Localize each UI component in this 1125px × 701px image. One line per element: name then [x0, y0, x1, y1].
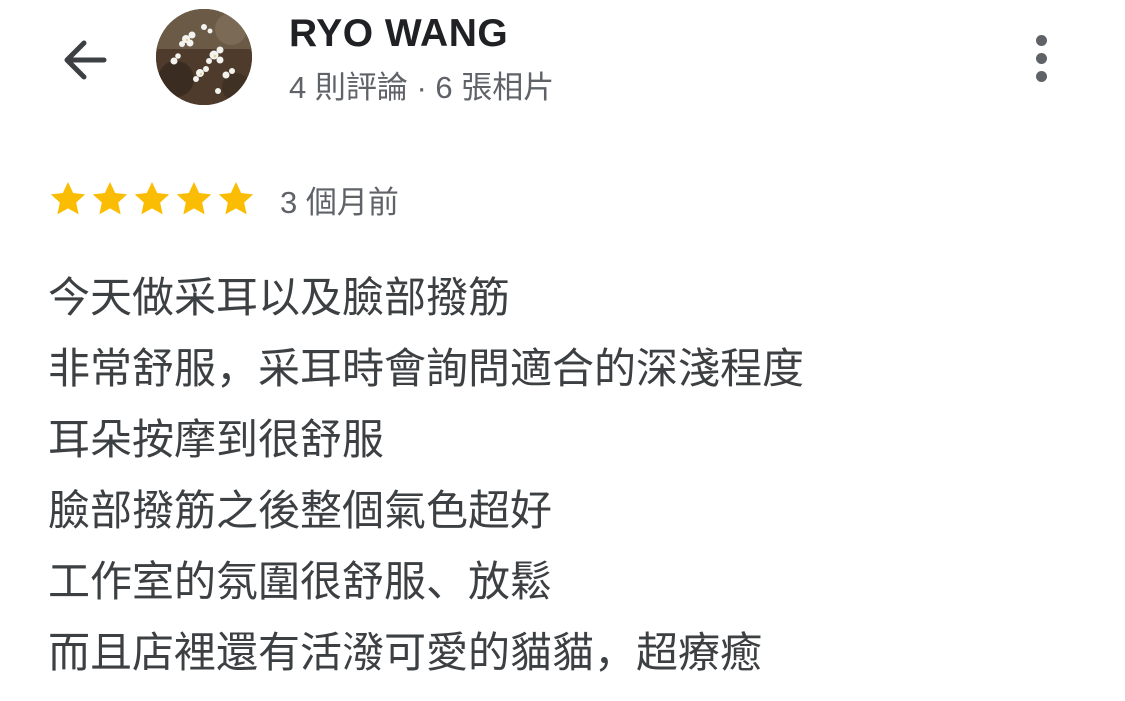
review-line: 而且店裡還有活潑可愛的貓貓，超療癒	[48, 629, 763, 676]
user-review-photo-count: 4 則評論 · 6 張相片	[289, 70, 555, 105]
more-options-button[interactable]	[1017, 28, 1065, 88]
arrow-left-icon	[64, 40, 107, 80]
star-rating	[48, 179, 258, 219]
avatar[interactable]	[156, 9, 252, 105]
review-line: 工作室的氛圍很舒服、放鬆	[48, 558, 553, 605]
user-name[interactable]: RYO WANG	[289, 12, 508, 56]
star-icon	[218, 182, 254, 215]
avatar-photo	[156, 9, 252, 105]
star-icon	[134, 182, 170, 215]
rating-row: 3 個月前	[48, 176, 399, 222]
review-line: 臉部撥筋之後整個氣色超好	[48, 487, 553, 534]
review-line: 今天做采耳以及臉部撥筋	[48, 274, 511, 321]
more-vert-icon	[1035, 70, 1047, 82]
more-vert-icon	[1035, 52, 1047, 64]
review-line: 耳朵按摩到很舒服	[48, 416, 385, 463]
star-icon	[50, 182, 86, 215]
star-icon	[92, 182, 128, 215]
more-vert-icon	[1035, 34, 1047, 46]
review-header: RYO WANG 4 則評論 · 6 張相片	[0, 0, 1125, 130]
review-time: 3 個月前	[280, 184, 399, 220]
back-button[interactable]	[52, 28, 116, 92]
review-text: 今天做采耳以及臉部撥筋非常舒服，采耳時會詢問適合的深淺程度 耳朵按摩到很舒服臉部撥…	[48, 262, 1088, 688]
review-line: 非常舒服，采耳時會詢問適合的深淺程度	[48, 345, 805, 392]
star-icon	[176, 182, 212, 215]
